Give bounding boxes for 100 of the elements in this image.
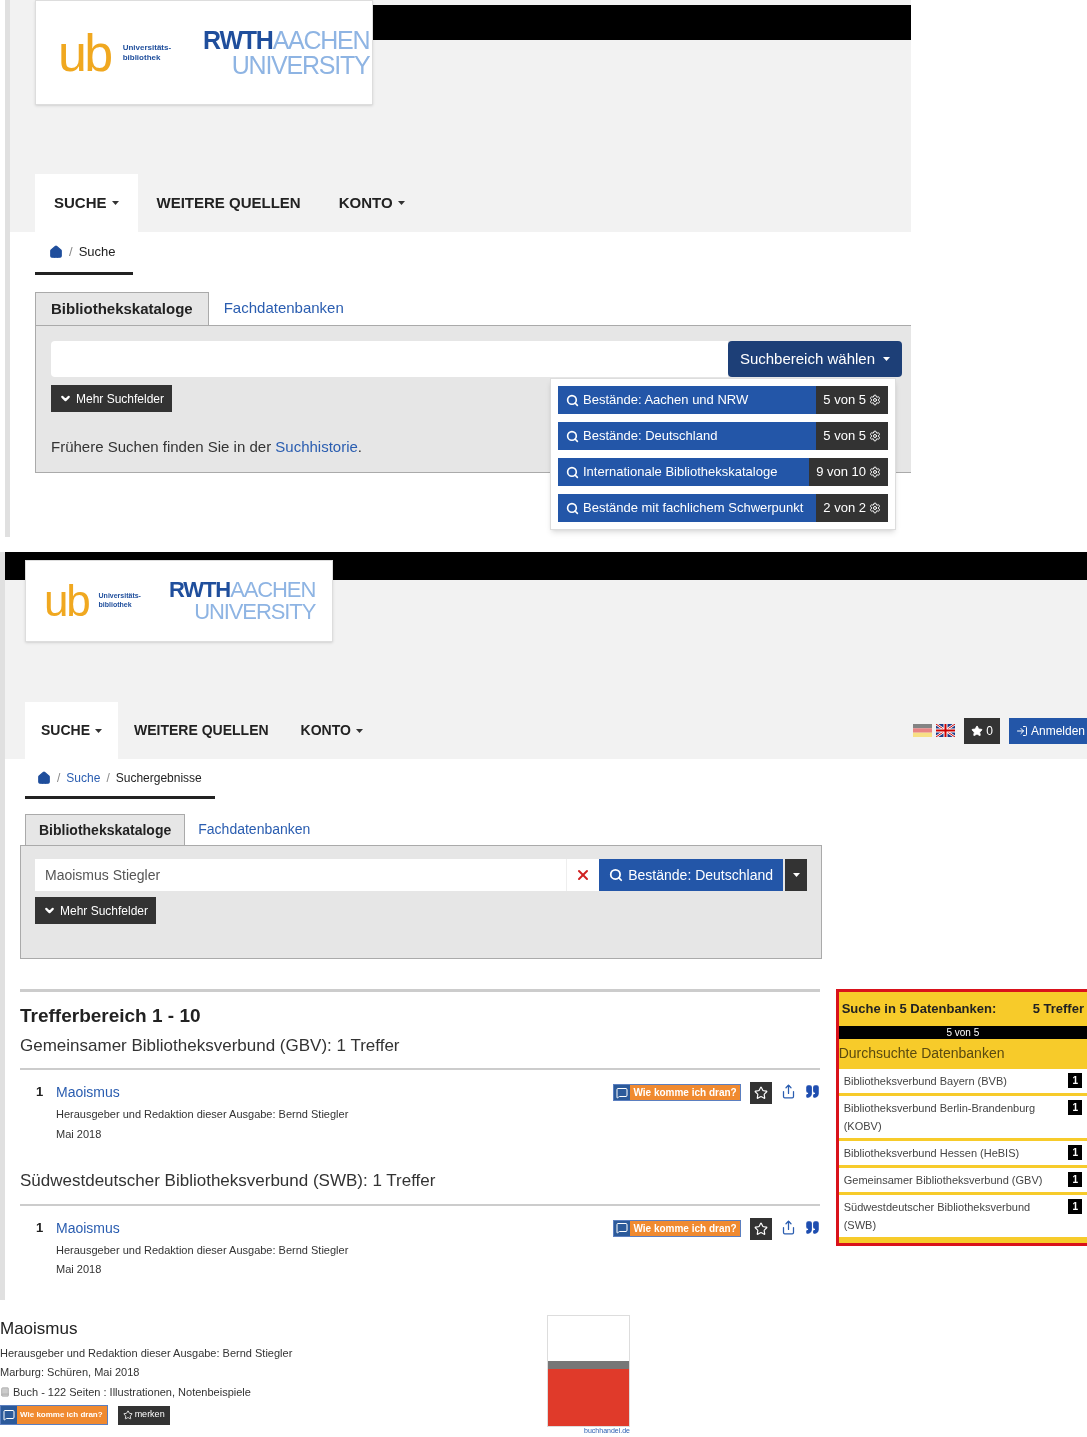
scope-dropdown-button[interactable] [785, 859, 807, 891]
share-icon[interactable] [780, 1084, 796, 1099]
logo-university: UNIVERSITY [231, 52, 370, 78]
tab[interactable]: Fachdatenbanken [208, 292, 359, 325]
database-name: Südwestdeutscher Bibliotheksverbund (SWB) [843, 1200, 1032, 1233]
clear-button[interactable] [566, 859, 600, 891]
bookmark-button[interactable] [749, 1082, 772, 1104]
sidebar-title: Suche in 5 Datenbanken: [841, 1000, 997, 1019]
logo-aachen: AACHEN [272, 27, 370, 53]
breadcrumb-item: Suchergebnisse [115, 769, 202, 787]
logo-ub: ub [44, 579, 89, 623]
hit-count-badge: 1 [1068, 1145, 1082, 1160]
sidebar-subtitle: Durchsuchte Datenbanken [838, 1044, 1006, 1063]
share-icon[interactable] [780, 1219, 796, 1235]
gear-icon [869, 502, 881, 514]
hit-title-link[interactable]: Maoismus [56, 1217, 614, 1239]
login-button[interactable]: Anmelden [1008, 717, 1087, 744]
detail-line: Marburg: Schüren, Mai 2018 [0, 1365, 141, 1380]
hit-count-badge: 1 [1068, 1172, 1082, 1187]
search-field[interactable] [51, 341, 728, 377]
database-heading: Südwestdeutscher Bibliotheksverbund (SWB): 1 Treffer [20, 1168, 820, 1206]
message-icon [616, 1086, 629, 1099]
breadcrumb-separator: / [106, 769, 110, 787]
caret-icon [792, 873, 800, 877]
tab[interactable]: Bibliothekskataloge [25, 814, 186, 845]
result-count-badge: 5 von 5 [816, 386, 888, 414]
message-icon [3, 1409, 15, 1421]
database-heading: Gemeinsamer Bibliotheksverbund (GBV): 1 Treffer [20, 1032, 820, 1070]
gear-icon [869, 466, 881, 478]
total-hits: 5 Treffer [1032, 1000, 1084, 1019]
scope-option[interactable]: Bestände mit fachlichem Schwerpunkt 2 von 2 [558, 494, 888, 522]
hit-date: Mai 2018 [56, 1126, 103, 1142]
database-name: Bibliotheksverbund Hessen (HeBIS) [843, 1146, 1021, 1161]
home-icon[interactable] [49, 245, 63, 259]
nav-menu-item[interactable]: SUCHE [25, 702, 118, 759]
star-icon [753, 1221, 768, 1236]
result-count-badge: 9 von 10 [809, 458, 888, 486]
logo-aachen: AACHEN [230, 579, 316, 601]
more-fields-button[interactable]: Mehr Suchfelder [35, 897, 157, 924]
quote-icon[interactable] [804, 1219, 820, 1235]
scope-option[interactable]: Internationale Bibliothekskataloge 9 von 10 [558, 458, 888, 486]
book-icon [0, 1386, 10, 1397]
hit-title-link[interactable]: Maoismus [56, 1082, 614, 1103]
breadcrumb-separator: / [69, 243, 73, 262]
watchlist-button[interactable]: 0 [964, 717, 1000, 744]
search-icon [566, 393, 579, 407]
tab[interactable]: Fachdatenbanken [185, 814, 324, 845]
login-icon [1015, 724, 1028, 737]
search-field[interactable]: Maoismus Stiegler [35, 859, 567, 891]
quote-icon[interactable] [804, 1084, 820, 1099]
logo-university: UNIVERSITY [194, 601, 316, 623]
message-icon [616, 1222, 629, 1234]
nav-menu-item[interactable]: KONTO [319, 174, 424, 232]
hit-count-badge: 1 [1068, 1073, 1082, 1088]
search-icon [609, 868, 624, 882]
nav-menu-item[interactable]: SUCHE [35, 174, 138, 232]
hit-author: Herausgeber und Redaktion dieser Ausgabe: Bernd Stiegler [56, 1242, 350, 1258]
history-link[interactable]: Suchhistorie [275, 438, 358, 455]
tab[interactable]: Bibliothekskataloge [35, 292, 209, 325]
search-icon [566, 501, 579, 515]
gear-icon [869, 394, 881, 406]
search-icon [566, 465, 579, 479]
bookmark-button[interactable] [749, 1217, 772, 1240]
scope-select-button[interactable]: Bestände: Deutschland [599, 859, 783, 891]
hit-count-badge: 1 [1068, 1199, 1082, 1214]
nav-menu-item[interactable]: WEITERE QUELLEN [137, 174, 320, 232]
logo-rwth: RWTH [203, 27, 273, 53]
bookmark-button[interactable]: merken [117, 1405, 170, 1425]
search-icon [566, 429, 579, 443]
hit-number: 1 [36, 1218, 45, 1237]
home-icon[interactable] [37, 770, 51, 785]
progress-label: 5 von 5 [945, 1026, 981, 1039]
format-line: Buch - 122 Seiten : Illustrationen, Notenbeispiele [13, 1384, 251, 1400]
more-fields-button[interactable]: Mehr Suchfelder [51, 385, 173, 412]
hit-count-badge: 1 [1068, 1100, 1082, 1115]
hit-author: Herausgeber und Redaktion dieser Ausgabe: Bernd Stiegler [56, 1107, 350, 1122]
logo-ub: ub [58, 26, 111, 79]
breadcrumb-item: Suche [78, 243, 116, 262]
result-count-badge: 5 von 5 [816, 422, 888, 450]
star-icon [753, 1086, 768, 1100]
database-name: Bibliotheksverbund Berlin-Brandenburg (KOBV) [843, 1101, 1037, 1134]
caret-icon [883, 357, 890, 361]
logo-subtitle: Universitäts- bibliothek [122, 42, 172, 63]
scope-select-button[interactable]: Suchbereich wählen [727, 341, 902, 377]
nav-menu-item[interactable]: WEITERE QUELLEN [118, 702, 285, 759]
scope-option[interactable]: Bestände: Aachen und NRW 5 von 5 [558, 386, 888, 414]
caret-icon [397, 201, 405, 205]
flag-icon[interactable] [936, 724, 956, 737]
caret-icon [111, 201, 119, 205]
breadcrumb-item[interactable]: Suche [66, 768, 101, 787]
breadcrumb-separator: / [57, 769, 61, 787]
star-icon [971, 724, 984, 737]
hit-number: 1 [36, 1083, 45, 1101]
scope-option[interactable]: Bestände: Deutschland 5 von 5 [558, 422, 888, 450]
database-name: Bibliotheksverbund Bayern (BVB) [843, 1074, 1008, 1089]
logo-rwth: RWTH [168, 579, 231, 601]
caret-icon [355, 728, 363, 733]
nav-menu-item[interactable]: KONTO [284, 702, 379, 759]
detail-line: Herausgeber und Redaktion dieser Ausgabe: Bernd Stiegler [0, 1345, 294, 1361]
result-count-badge: 2 von 2 [816, 494, 888, 522]
